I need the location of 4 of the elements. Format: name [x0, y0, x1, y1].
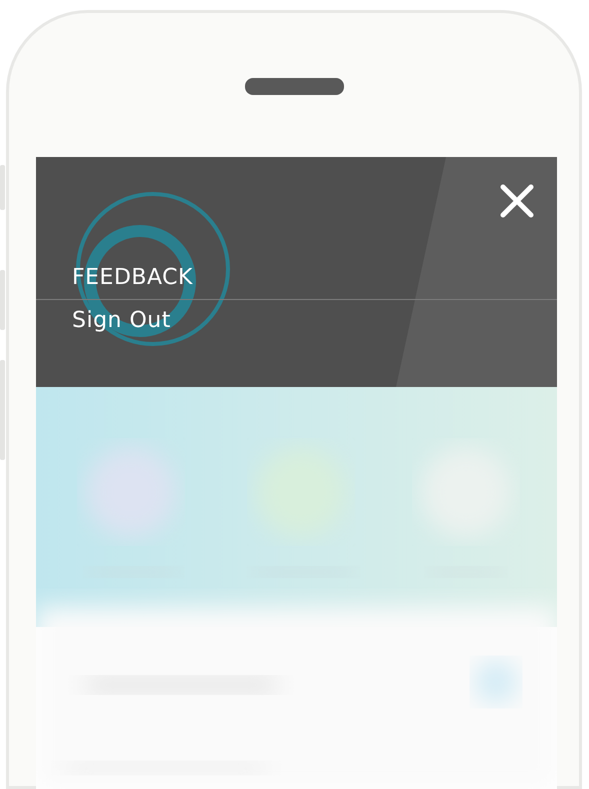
close-button[interactable] — [500, 184, 534, 218]
menu-item[interactable]: Sign Out — [36, 300, 557, 342]
menu-item[interactable]: FEEDBACK — [36, 257, 557, 299]
close-icon — [500, 184, 534, 218]
